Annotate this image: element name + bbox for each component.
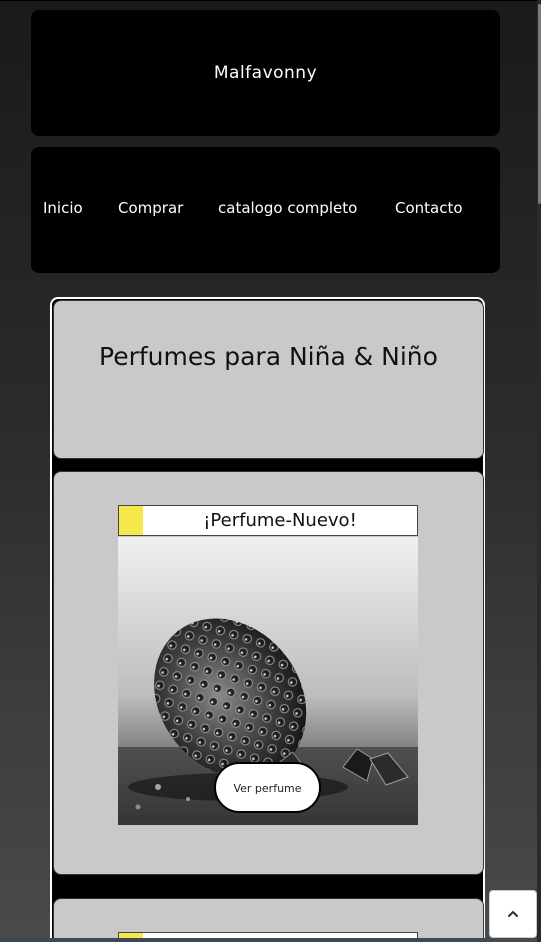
top-border [0,0,541,1]
scroll-to-top-button[interactable] [489,890,537,938]
chevron-up-icon [508,911,518,917]
section-title: Perfumes para Niña & Niño [99,342,438,371]
brand-name[interactable]: Malfavonny [214,63,317,83]
nav-item-contacto[interactable]: Contacto [395,199,463,217]
nav-item-inicio[interactable]: Inicio [43,199,83,217]
badge-accent [119,506,143,535]
nav-item-comprar[interactable]: Comprar [118,199,183,217]
bottom-strip [0,938,490,942]
nav-item-catalogo-completo[interactable]: catalogo completo [218,199,357,217]
new-badge: ¡Perfume-Nuevo! [118,505,418,536]
view-perfume-button[interactable]: Ver perfume [214,762,321,813]
badge-text: ¡Perfume-Nuevo! [203,510,357,531]
scrollbar[interactable] [537,0,541,942]
section-title-card: Perfumes para Niña & Niño [53,300,484,459]
main-nav: Inicio Comprar catalogo completo Contact… [31,147,500,273]
site-header: Malfavonny [31,10,500,136]
